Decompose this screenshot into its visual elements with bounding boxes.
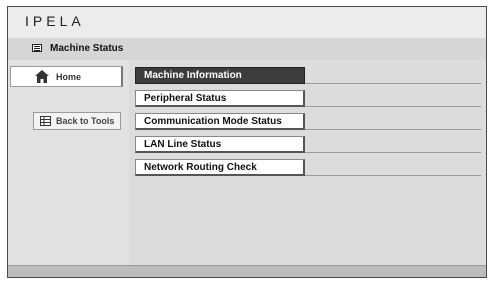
title-bar: Machine Status [8, 38, 486, 60]
menu-divider [305, 152, 481, 153]
footer-bar [8, 265, 486, 277]
menu-item-peripheral-status[interactable]: Peripheral Status [135, 90, 305, 107]
menu-item-machine-information[interactable]: Machine Information [135, 67, 305, 84]
home-button[interactable]: Home [10, 66, 123, 87]
back-to-tools-button[interactable]: Back to Tools [33, 112, 121, 130]
grid-icon [40, 116, 51, 126]
home-icon [35, 70, 49, 83]
menu-divider [305, 83, 481, 84]
ipela-logo: IPELA [25, 13, 85, 29]
page-title: Machine Status [50, 43, 124, 54]
menu-item-communication-mode-status[interactable]: Communication Mode Status [135, 113, 305, 130]
app-window: IPELA Machine Status Home Back to Tools … [7, 6, 487, 278]
brand-bar: IPELA [8, 7, 486, 38]
main-panel: Machine Information Peripheral Status Co… [129, 60, 486, 265]
menu-item-lan-line-status[interactable]: LAN Line Status [135, 136, 305, 153]
back-to-tools-label: Back to Tools [56, 116, 115, 126]
sidebar: Home Back to Tools [8, 60, 129, 265]
home-label: Home [56, 72, 82, 82]
machine-status-icon [32, 44, 42, 52]
menu-divider [305, 175, 481, 176]
menu-item-network-routing-check[interactable]: Network Routing Check [135, 159, 305, 176]
menu-divider [305, 129, 481, 130]
menu-divider [305, 106, 481, 107]
